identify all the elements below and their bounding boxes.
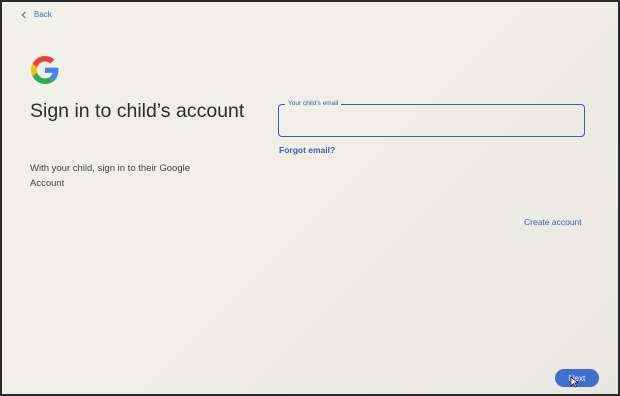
back-button[interactable]: Back (20, 10, 52, 19)
back-label: Back (34, 10, 52, 19)
create-account-link[interactable]: Create account (524, 217, 582, 227)
email-input[interactable] (287, 113, 571, 131)
google-logo-icon (31, 56, 59, 84)
page-subtitle: With your child, sign in to their Google… (30, 163, 190, 189)
child-email-field[interactable]: Your child’s email (278, 99, 585, 137)
email-field-label: Your child’s email (285, 99, 342, 109)
mouse-cursor-icon (570, 376, 579, 388)
chevron-left-icon (21, 11, 26, 18)
sign-in-screen: Back Sign in to child’s account With you… (2, 2, 618, 394)
forgot-email-link[interactable]: Forgot email? (279, 145, 335, 155)
page-title: Sign in to child’s account (30, 100, 245, 122)
